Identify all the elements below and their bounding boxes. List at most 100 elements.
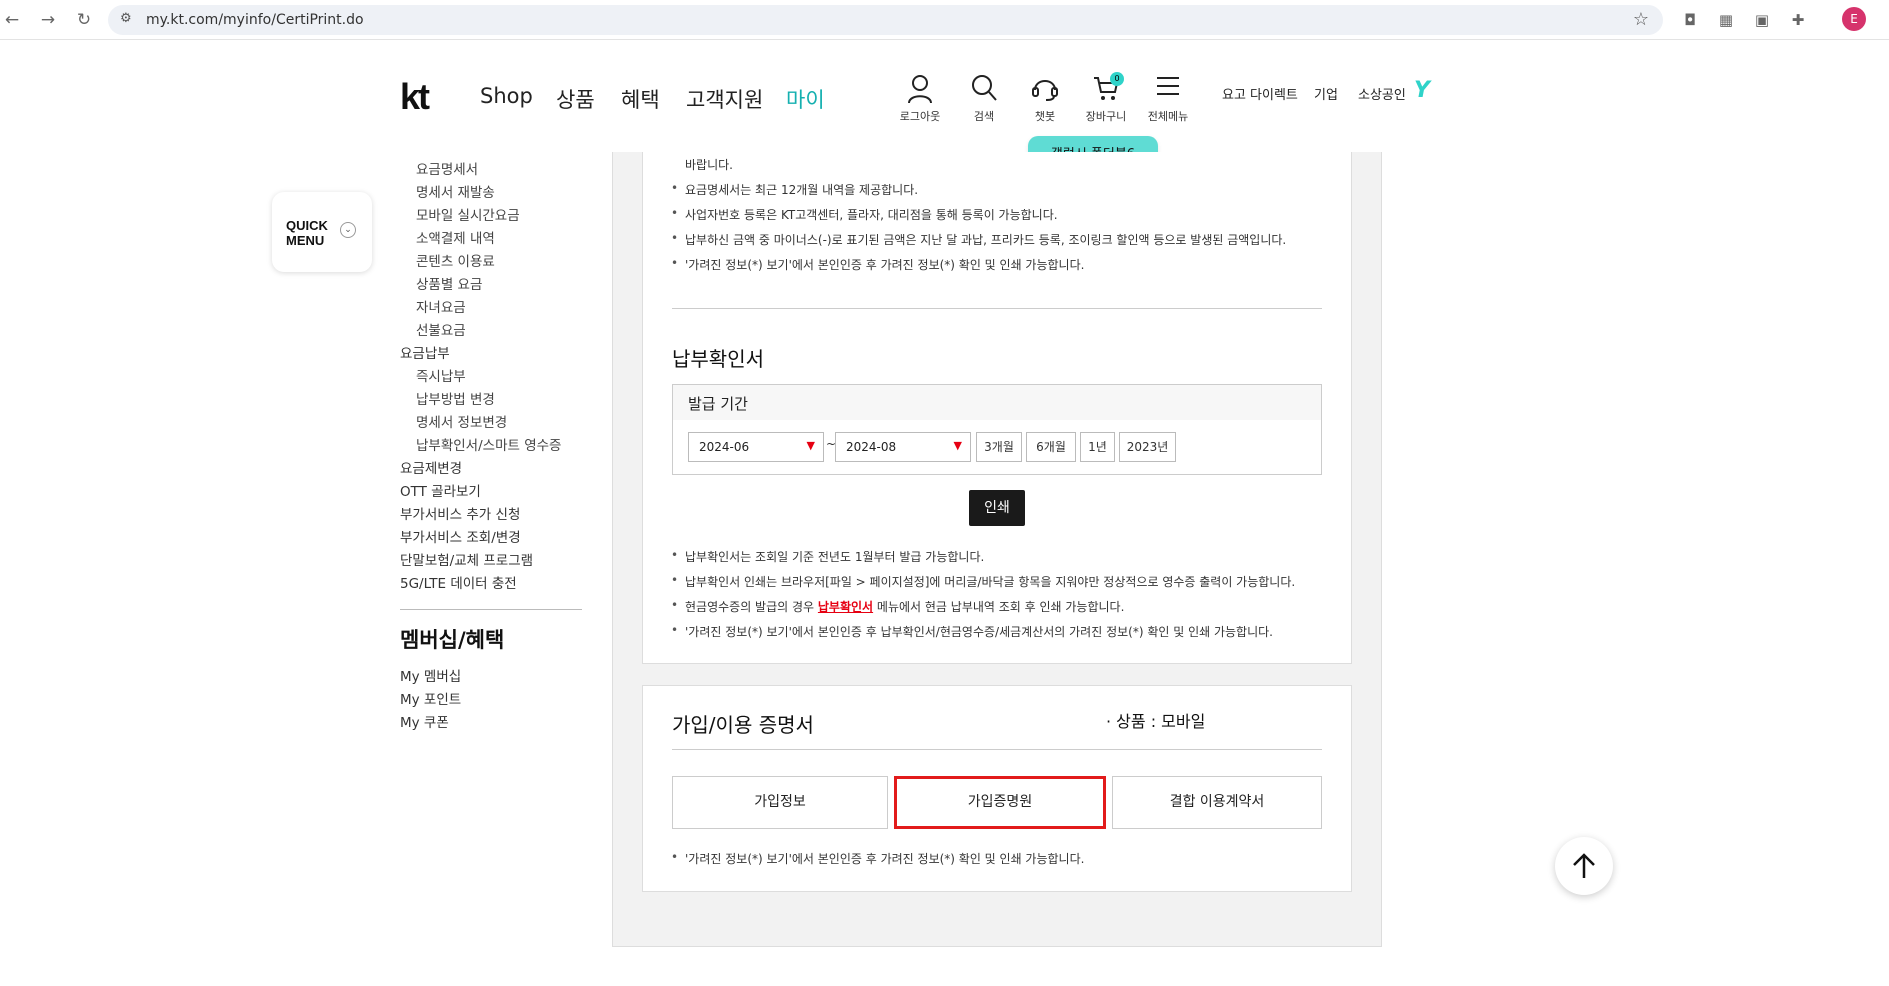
sidebar-item-my-coupon[interactable]: My 쿠폰 (400, 711, 449, 731)
chevron-down-icon: ▼ (953, 439, 962, 452)
site-header: kt Shop 상품 혜택 고객지원 마이 로그아웃 검색 챗봇 0 장바구니 (0, 40, 1889, 152)
bundle-contract-button[interactable]: 결합 이용계약서 (1112, 776, 1322, 829)
sidebar-item-ott[interactable]: OTT 골라보기 (400, 480, 481, 500)
sidebar-item-child-fee[interactable]: 자녀요금 (416, 296, 466, 316)
sidebar-item-bill-info[interactable]: 명세서 정보변경 (416, 411, 507, 431)
sidebar-heading-membership[interactable]: 멤버십/혜택 (400, 624, 504, 654)
sidebar-item-data-charge[interactable]: 5G/LTE 데이터 충전 (400, 572, 517, 592)
cart-button[interactable]: 0 장바구니 (1076, 72, 1136, 124)
quick-menu-button[interactable]: QUICK MENU ⌄ (272, 192, 372, 272)
sidebar-item-my-points[interactable]: My 포인트 (400, 688, 461, 708)
payment-cert-link[interactable]: 납부확인서 (818, 600, 873, 614)
logout-button[interactable]: 로그아웃 (890, 74, 950, 124)
extensions-puzzle-icon[interactable]: ✚ (1788, 10, 1808, 30)
cart-icon: 0 (1076, 72, 1136, 106)
gnb-products[interactable]: 상품 (556, 84, 595, 114)
sidebar-item-micropayment[interactable]: 소액결제 내역 (416, 227, 495, 247)
chatbot-label: 챗봇 (1034, 110, 1056, 123)
to-month-value: 2024-08 (846, 440, 897, 454)
to-month-select[interactable]: 2024-08 ▼ (835, 432, 971, 462)
payment-note-text: 현금영수증의 발급의 경우 (685, 600, 818, 614)
sidebar-divider (400, 609, 582, 610)
payment-note: • '가려진 정보(*) 보기'에서 본인인증 후 납부확인서/현금영수증/세금계… (671, 623, 1273, 639)
sidebar-item-addon-apply[interactable]: 부가서비스 추가 신청 (400, 503, 520, 523)
sidebar-item-payment[interactable]: 요금납부 (400, 342, 450, 362)
gnb-my[interactable]: 마이 (786, 84, 825, 114)
forward-icon[interactable]: → (36, 8, 60, 32)
subscription-info-button[interactable]: 가입정보 (672, 776, 888, 829)
site-settings-icon[interactable]: ⚙ (120, 11, 132, 26)
sidebar-item-bill-resend[interactable]: 명세서 재발송 (416, 181, 495, 201)
quick-menu-line2: MENU (286, 233, 325, 248)
link-small-business[interactable]: 소상공인 (1358, 84, 1406, 103)
statement-note-text: '가려진 정보(*) 보기'에서 본인인증 후 가려진 정보(*) 확인 및 인… (685, 258, 1085, 272)
back-icon[interactable]: ← (0, 8, 24, 32)
kt-logo[interactable]: kt (400, 76, 430, 118)
payment-cert-title: 납부확인서 (672, 347, 764, 371)
gnb-shop[interactable]: Shop (480, 84, 533, 108)
sidebar-item-payment-cert[interactable]: 납부확인서/스마트 영수증 (416, 434, 561, 454)
extension-icon-1[interactable]: ▦ (1716, 10, 1736, 30)
profile-avatar[interactable]: E (1842, 7, 1866, 31)
sidebar-item-product-fee[interactable]: 상품별 요금 (416, 273, 482, 293)
product-type-label: · 상품 : 모바일 (1106, 712, 1206, 731)
yogo-y-icon[interactable]: Y (1414, 78, 1430, 103)
quick-menu-line1: QUICK (286, 218, 328, 233)
search-icon (954, 74, 1014, 106)
cart-count-badge: 0 (1110, 72, 1124, 86)
search-label: 검색 (973, 110, 995, 123)
payment-note-text: 납부확인서 인쇄는 브라우저[파일 > 페이지설정]에 머리글/바닥글 항목을 … (685, 575, 1296, 589)
subscription-note-text: '가려진 정보(*) 보기'에서 본인인증 후 가려진 정보(*) 확인 및 인… (685, 852, 1085, 866)
statement-note: • 사업자번호 등록은 KT고객센터, 플라자, 대리점을 통해 등록이 가능합니… (671, 206, 1058, 222)
period-2023-button[interactable]: 2023년 (1119, 432, 1176, 462)
extension-icon-2[interactable]: ▣ (1752, 10, 1772, 30)
gnb-support[interactable]: 고객지원 (686, 84, 763, 114)
scroll-to-top-button[interactable] (1555, 837, 1613, 895)
sidebar-item-pay-method[interactable]: 납부방법 변경 (416, 388, 495, 408)
url-text[interactable]: my.kt.com/myinfo/CertiPrint.do (146, 12, 364, 28)
period-3m-button[interactable]: 3개월 (976, 432, 1022, 462)
from-month-select[interactable]: 2024-06 ▼ (688, 432, 824, 462)
sidebar-item-bill[interactable]: 요금명세서 (416, 158, 478, 178)
gnb-benefits[interactable]: 혜택 (621, 84, 660, 114)
quick-menu-label: QUICK MENU (286, 218, 328, 248)
reload-icon[interactable]: ↻ (72, 8, 96, 32)
subscription-certificate-button[interactable]: 가입증명원 (894, 776, 1106, 829)
statement-note-text: 요금명세서는 최근 12개월 내역을 제공합니다. (685, 183, 919, 197)
search-button[interactable]: 검색 (954, 74, 1014, 124)
issue-period-box: 발급 기간 2024-06 ▼ ~ 2024-08 ▼ 3개월 6개월 1년 2… (672, 384, 1322, 475)
cart-label: 장바구니 (1085, 110, 1127, 123)
all-menu-button[interactable]: 전체메뉴 (1138, 74, 1198, 124)
statement-note: • '가려진 정보(*) 보기'에서 본인인증 후 가려진 정보(*) 확인 및 … (671, 256, 1085, 272)
address-bar[interactable]: ⚙ my.kt.com/myinfo/CertiPrint.do ☆ (108, 5, 1663, 35)
section-divider (672, 749, 1322, 750)
payment-note-text: 메뉴에서 현금 납부내역 조회 후 인쇄 가능합니다. (873, 600, 1125, 614)
sidebar-item-my-membership[interactable]: My 멤버십 (400, 665, 461, 685)
link-yogo-direct[interactable]: 요고 다이렉트 (1222, 84, 1298, 103)
link-enterprise[interactable]: 기업 (1314, 84, 1338, 103)
sidebar-item-insurance[interactable]: 단말보험/교체 프로그램 (400, 549, 533, 569)
browser-toolbar: ← → ↻ ⚙ my.kt.com/myinfo/CertiPrint.do ☆… (0, 0, 1889, 40)
sidebar-item-instant-pay[interactable]: 즉시납부 (416, 365, 466, 385)
chevron-down-icon: ▼ (806, 439, 815, 452)
payment-note-text: 납부확인서는 조회일 기준 전년도 1월부터 발급 가능합니다. (685, 550, 985, 564)
user-icon (890, 74, 950, 106)
print-button[interactable]: 인쇄 (969, 490, 1025, 526)
statement-note-text: 사업자번호 등록은 KT고객센터, 플라자, 대리점을 통해 등록이 가능합니다… (685, 208, 1058, 222)
camera-icon[interactable]: ◘ (1680, 10, 1700, 30)
subscription-note: • '가려진 정보(*) 보기'에서 본인인증 후 가려진 정보(*) 확인 및 … (671, 850, 1085, 866)
sidebar-item-addon-view[interactable]: 부가서비스 조회/변경 (400, 526, 521, 546)
issue-period-header: 발급 기간 (673, 385, 1321, 420)
statement-note: • 요금명세서는 최근 12개월 내역을 제공합니다. (671, 181, 919, 197)
payment-note: • 납부확인서는 조회일 기준 전년도 1월부터 발급 가능합니다. (671, 548, 985, 564)
sidebar-item-content-fee[interactable]: 콘텐츠 이용료 (416, 250, 495, 270)
sidebar-item-realtime-charge[interactable]: 모바일 실시간요금 (416, 204, 520, 224)
sidebar-item-prepaid[interactable]: 선불요금 (416, 319, 466, 339)
subscription-cert-title: 가입/이용 증명서 (672, 713, 814, 737)
all-menu-label: 전체메뉴 (1147, 110, 1189, 123)
sidebar-item-plan-change[interactable]: 요금제변경 (400, 457, 462, 477)
chatbot-button[interactable]: 챗봇 (1015, 74, 1075, 124)
period-6m-button[interactable]: 6개월 (1026, 432, 1076, 462)
period-1y-button[interactable]: 1년 (1080, 432, 1115, 462)
bookmark-star-icon[interactable]: ☆ (1633, 9, 1649, 30)
